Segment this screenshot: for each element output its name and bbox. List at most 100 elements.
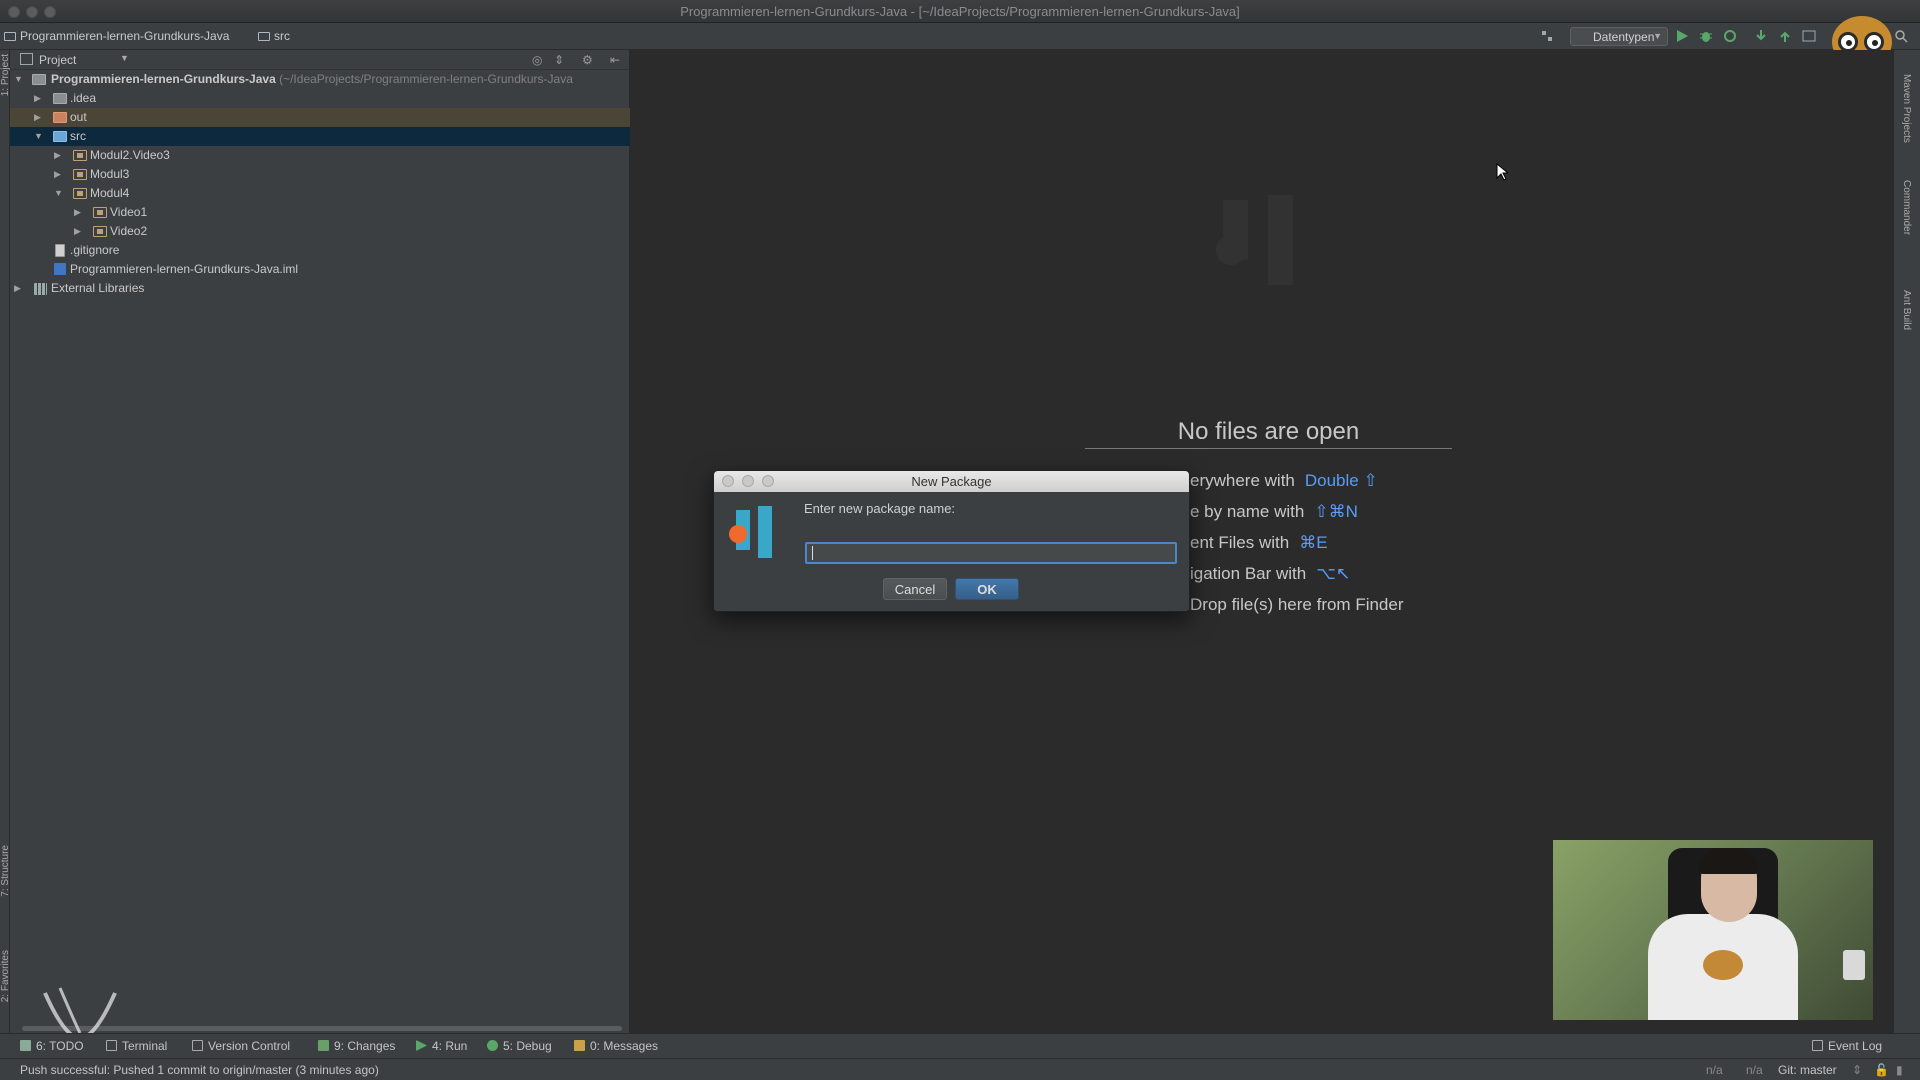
changes-icon — [318, 1040, 329, 1051]
module-folder-icon — [32, 74, 46, 85]
text-caret — [812, 546, 813, 560]
source-folder-icon — [53, 131, 67, 142]
collapse-all-icon[interactable]: ⇕ — [554, 53, 564, 67]
todo-tool-button[interactable]: 6: TODO — [20, 1039, 84, 1053]
dialog-close-button[interactable] — [722, 475, 734, 487]
ok-button[interactable]: OK — [955, 578, 1019, 600]
collapsed-arrow-icon[interactable]: ▶ — [34, 89, 46, 108]
collapsed-arrow-icon[interactable]: ▶ — [74, 203, 86, 222]
collapsed-arrow-icon[interactable]: ▶ — [34, 108, 46, 127]
breadcrumb-project[interactable]: Programmieren-lernen-Grundkurs-Java — [4, 29, 229, 43]
expanded-arrow-icon[interactable]: ▼ — [34, 127, 46, 146]
chevron-down-icon[interactable]: ▼ — [120, 53, 129, 63]
tool-window-maven-tab[interactable]: Maven Projects — [1901, 74, 1912, 143]
collapsed-arrow-icon[interactable]: ▶ — [14, 279, 26, 298]
project-structure-icon[interactable] — [1802, 29, 1816, 43]
tree-item-modul2[interactable]: ▶ Modul2.Video3 — [10, 146, 630, 165]
terminal-icon — [106, 1040, 117, 1051]
tree-item-video1[interactable]: ▶ Video1 — [10, 203, 630, 222]
git-branch-widget[interactable]: Git: master — [1778, 1063, 1837, 1077]
debug-icon[interactable] — [1699, 29, 1713, 43]
collapsed-arrow-icon[interactable]: ▶ — [54, 146, 66, 165]
dialog-minimize-button[interactable] — [742, 475, 754, 487]
expanded-arrow-icon[interactable]: ▼ — [54, 184, 66, 203]
text-file-icon — [55, 244, 65, 257]
debug-tool-button[interactable]: 5: Debug — [487, 1039, 552, 1053]
breadcrumb-src[interactable]: src — [258, 29, 290, 43]
mouse-cursor-icon — [1496, 163, 1508, 181]
package-icon — [93, 207, 107, 218]
coverage-icon[interactable] — [1723, 29, 1737, 43]
tree-item-modul4[interactable]: ▼ Modul4 — [10, 184, 630, 203]
package-icon — [73, 188, 87, 199]
package-icon — [73, 150, 87, 161]
tree-item-gitignore[interactable]: .gitignore — [10, 241, 630, 260]
tree-item-modul3[interactable]: ▶ Modul3 — [10, 165, 630, 184]
lock-icon[interactable]: 🔓 — [1874, 1063, 1889, 1077]
collapsed-arrow-icon[interactable]: ▶ — [74, 222, 86, 241]
dialog-title: New Package — [911, 474, 992, 489]
expanded-arrow-icon[interactable]: ▼ — [14, 70, 26, 89]
chevron-down-icon: ▼ — [1653, 31, 1662, 41]
run-tool-button[interactable]: 4: Run — [416, 1039, 467, 1053]
tree-item-iml[interactable]: Programmieren-lernen-Grundkurs-Java.iml — [10, 260, 630, 279]
no-files-open-title: No files are open — [1085, 418, 1452, 449]
vcs-commit-icon[interactable] — [1778, 29, 1792, 43]
excluded-folder-icon — [53, 112, 67, 123]
vcs-update-icon[interactable] — [1754, 29, 1768, 43]
run-icon[interactable] — [1675, 29, 1689, 43]
new-package-dialog: New Package Enter new package name: Canc… — [713, 470, 1190, 612]
debug-icon — [487, 1040, 498, 1051]
cancel-button[interactable]: Cancel — [883, 578, 947, 600]
left-tool-stripe: 1: Project 7: Structure 2: Favorites — [0, 50, 11, 1050]
version-control-tool-button[interactable]: Version Control — [192, 1039, 290, 1053]
hint-drop-files: Drop file(s) here from Finder — [1190, 595, 1404, 614]
todo-icon — [20, 1040, 31, 1051]
package-icon — [93, 226, 107, 237]
tool-window-ant-build-tab[interactable]: Ant Build — [1901, 290, 1912, 330]
dialog-titlebar: New Package — [714, 471, 1189, 492]
scroll-from-source-icon[interactable]: ◎ — [532, 53, 542, 67]
status-message[interactable]: Push successful: Pushed 1 commit to orig… — [20, 1063, 379, 1077]
tool-window-bar: 6: TODO Terminal Version Control 9: Chan… — [0, 1033, 1920, 1058]
tree-item-out[interactable]: ▶ out — [10, 108, 630, 127]
tree-item-src[interactable]: ▼ src — [10, 127, 630, 146]
cup-icon — [1843, 950, 1865, 980]
project-panel-header: Project ▼ ◎ ⇕ ⚙ ⇤ — [10, 50, 629, 70]
tree-item-idea[interactable]: ▶ .idea — [10, 89, 630, 108]
tree-item-root[interactable]: ▼ Programmieren-lernen-Grundkurs-Java (~… — [10, 70, 630, 89]
hint-recent-files: ent Files with ⌘E — [1190, 533, 1328, 552]
changes-tool-button[interactable]: 9: Changes — [318, 1039, 395, 1053]
collapsed-arrow-icon[interactable]: ▶ — [54, 165, 66, 184]
tool-window-commander-tab[interactable]: Commander — [1901, 180, 1912, 235]
tree-item-video2[interactable]: ▶ Video2 — [10, 222, 630, 241]
project-view-selector[interactable]: Project — [20, 53, 76, 67]
hide-panel-icon[interactable]: ⇤ — [610, 53, 620, 67]
module-file-icon — [54, 263, 66, 275]
caret-position: n/a — [1706, 1063, 1723, 1077]
hint-navigation-bar: igation Bar with ⌥↖ — [1190, 564, 1351, 583]
event-log-icon — [1812, 1040, 1823, 1051]
messages-tool-button[interactable]: 0: Messages — [574, 1039, 658, 1053]
event-log-tool-button[interactable]: Event Log — [1812, 1039, 1882, 1053]
module-icon — [4, 32, 16, 41]
window-title: Programmieren-lernen-Grundkurs-Java - [~… — [680, 4, 1240, 19]
terminal-tool-button[interactable]: Terminal — [106, 1039, 167, 1053]
memory-indicator-icon[interactable]: ▮ — [1896, 1063, 1903, 1077]
package-name-input[interactable] — [805, 542, 1177, 564]
version-control-icon — [192, 1040, 203, 1051]
webcam-overlay — [1553, 840, 1873, 1020]
folder-icon — [258, 32, 270, 41]
tree-item-external-libraries[interactable]: ▶ External Libraries — [10, 279, 630, 298]
dialog-zoom-button[interactable] — [762, 475, 774, 487]
project-tree: ▼ Programmieren-lernen-Grundkurs-Java (~… — [10, 70, 630, 298]
gear-icon[interactable]: ⚙ — [582, 53, 593, 67]
line-separator: n/a — [1746, 1063, 1763, 1077]
library-icon — [34, 283, 47, 295]
search-icon[interactable] — [1894, 29, 1908, 43]
package-name-label: Enter new package name: — [804, 501, 956, 516]
sort-icon: ⇕ — [1852, 1063, 1863, 1077]
package-icon — [73, 169, 87, 180]
build-icon[interactable] — [1540, 29, 1554, 43]
run-configuration-select[interactable]: Datentypen ▼ — [1570, 27, 1668, 46]
